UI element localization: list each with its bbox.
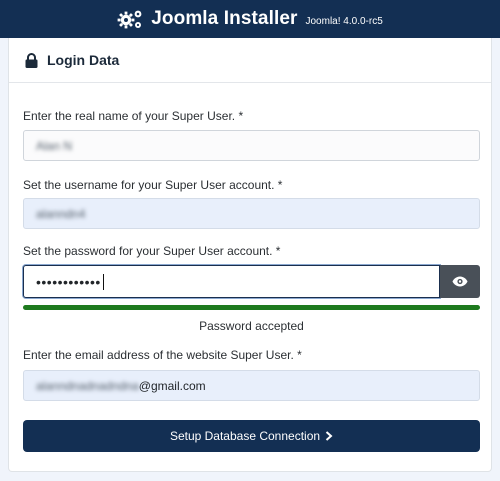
password-strength-meter xyxy=(23,305,480,310)
email-input[interactable]: alanndnadnadndna @gmail.com xyxy=(23,370,480,401)
lock-icon xyxy=(25,52,38,68)
card-header: Login Data xyxy=(9,38,491,83)
version-label: Joomla! 4.0.0-rc5 xyxy=(305,15,383,27)
realname-input[interactable]: Alan N xyxy=(23,130,480,161)
password-value: •••••••••••• xyxy=(36,273,101,290)
login-data-card: Login Data Enter the real name of your S… xyxy=(8,38,492,472)
card-title: Login Data xyxy=(47,52,120,68)
cogs-icon xyxy=(117,10,142,29)
realname-label: Enter the real name of your Super User. … xyxy=(23,109,244,123)
password-strength-fill xyxy=(23,305,480,310)
top-bar: Joomla Installer Joomla! 4.0.0-rc5 xyxy=(0,0,500,38)
eye-icon xyxy=(452,276,468,287)
realname-value: Alan N xyxy=(36,138,73,153)
toggle-password-button[interactable] xyxy=(440,265,480,298)
text-caret xyxy=(102,273,104,290)
submit-label: Setup Database Connection xyxy=(169,429,321,443)
email-label: Enter the email address of the website S… xyxy=(23,348,302,362)
username-value: alanndn4 xyxy=(36,206,86,221)
email-local-part: alanndnadnadndna xyxy=(36,378,139,393)
password-input[interactable]: •••••••••••• xyxy=(23,265,440,298)
password-strength-text: Password accepted xyxy=(199,319,304,333)
brand: Joomla Installer Joomla! 4.0.0-rc5 xyxy=(117,8,383,30)
password-label: Set the password for your Super User acc… xyxy=(23,244,281,258)
app-title: Joomla Installer xyxy=(151,8,298,29)
username-label: Set the username for your Super User acc… xyxy=(23,178,283,192)
email-domain-part: @gmail.com xyxy=(138,378,206,393)
setup-database-connection-button[interactable]: Setup Database Connection xyxy=(23,420,480,452)
username-input[interactable]: alanndn4 xyxy=(23,198,480,229)
chevron-right-icon xyxy=(325,431,333,441)
